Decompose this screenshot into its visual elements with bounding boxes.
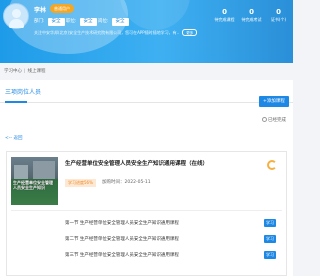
course-title[interactable]: 生产经营单位安全管理人员安全生产知识通用课程（在线） [65, 159, 208, 167]
tab-active-indicator [5, 101, 27, 103]
chapter-study-button[interactable]: 学习 [264, 251, 276, 259]
check-circle-icon [262, 117, 267, 122]
stat-value: 0 [249, 8, 254, 16]
thumbnail-caption: 生产经营单位安全管理人员安全生产知识 [13, 180, 53, 190]
thumbnail-building-2 [14, 165, 28, 179]
breadcrumb-home[interactable]: 学习中心 [4, 69, 22, 74]
stat-label: 证书(个) [270, 17, 287, 22]
post-value: 安全 [111, 18, 129, 26]
chapter-study-button[interactable]: 学习 [264, 235, 276, 243]
notice-text: 关注中安华邦(北京)安全生产技术研究院有限公司，您可在APP随时随地学习，有..… [34, 29, 198, 36]
post-field: 岗位: 安全 [98, 18, 129, 26]
chapter-title: 第一节 生产经营单位安全管理人员安全生产知识通用课程 [65, 221, 179, 226]
tab-bar: 三项岗位人员 [0, 80, 293, 103]
header-decoration-2 [120, 0, 190, 30]
course-card: 生产经营单位安全管理人员安全生产知识 生产经营单位安全管理人员安全生产知识通用课… [6, 151, 287, 276]
profile-header: 李林 普通用户 部门: 安全 职位: 安全 岗位: 安全 关注中安华邦(北京)安全生产… [0, 0, 293, 63]
department-value: 安全 [47, 18, 65, 26]
course-panel: 三项岗位人员 +添加课程 已经完成 <-- 返回 生产经营单位安全管理人员安全生… [0, 80, 293, 276]
stat-label: 待完成课程 [214, 17, 235, 22]
stat-pending-courses[interactable]: 0 待完成课程 [211, 8, 238, 23]
department-label: 部门: [34, 19, 45, 24]
stat-label: 待完成考试 [241, 17, 262, 22]
department-field: 部门: 安全 [34, 18, 65, 26]
notice-content: 关注中安华邦(北京)安全生产技术研究院有限公司，您可在APP随时随地学习，有.. [34, 30, 180, 35]
position-field: 职位: 安全 [66, 18, 97, 26]
divider [11, 210, 282, 211]
breadcrumb-current: 线上课程 [27, 69, 46, 74]
course-thumbnail[interactable]: 生产经营单位安全管理人员安全生产知识 [11, 157, 58, 205]
back-link[interactable]: <-- 返回 [5, 135, 22, 141]
stats-panel: 0 待完成课程 0 待完成考试 0 证书(个) [211, 8, 292, 23]
position-value: 安全 [79, 18, 97, 26]
stat-value: 0 [222, 8, 227, 16]
user-role-badge: 普通用户 [50, 4, 74, 13]
user-name: 李林 [34, 7, 47, 14]
chapter-study-button[interactable]: 学习 [264, 219, 276, 227]
course-date: 加购时间：2022-05-11 [102, 180, 151, 185]
stat-value: 0 [276, 8, 281, 16]
tab-three-post-personnel[interactable]: 三项岗位人员 [5, 87, 41, 96]
stat-certificates[interactable]: 0 证书(个) [265, 8, 292, 23]
breadcrumb-separator: | [24, 69, 26, 74]
completed-filter[interactable]: 已经完成 [262, 117, 286, 123]
position-label: 职位: [66, 19, 77, 24]
loading-spinner-icon [267, 160, 277, 170]
thumbnail-building [33, 161, 55, 179]
post-label: 岗位: [98, 19, 109, 24]
breadcrumb: 学习中心 | 线上课程 [4, 68, 46, 74]
stat-pending-exams[interactable]: 0 待完成考试 [238, 8, 265, 23]
completed-filter-label: 已经完成 [268, 118, 286, 123]
avatar[interactable] [3, 3, 29, 29]
chapter-title: 第二节 生产经营单位安全管理人员安全生产知识通用课程 [65, 237, 179, 242]
course-progress-badge: 学习进度56% [65, 179, 96, 187]
notice-more-button[interactable]: 更多 [182, 29, 198, 36]
chapter-title: 第三节 生产经营单位安全管理人员安全生产知识通用课程 [65, 253, 179, 258]
add-course-button[interactable]: +添加课程 [259, 96, 289, 107]
